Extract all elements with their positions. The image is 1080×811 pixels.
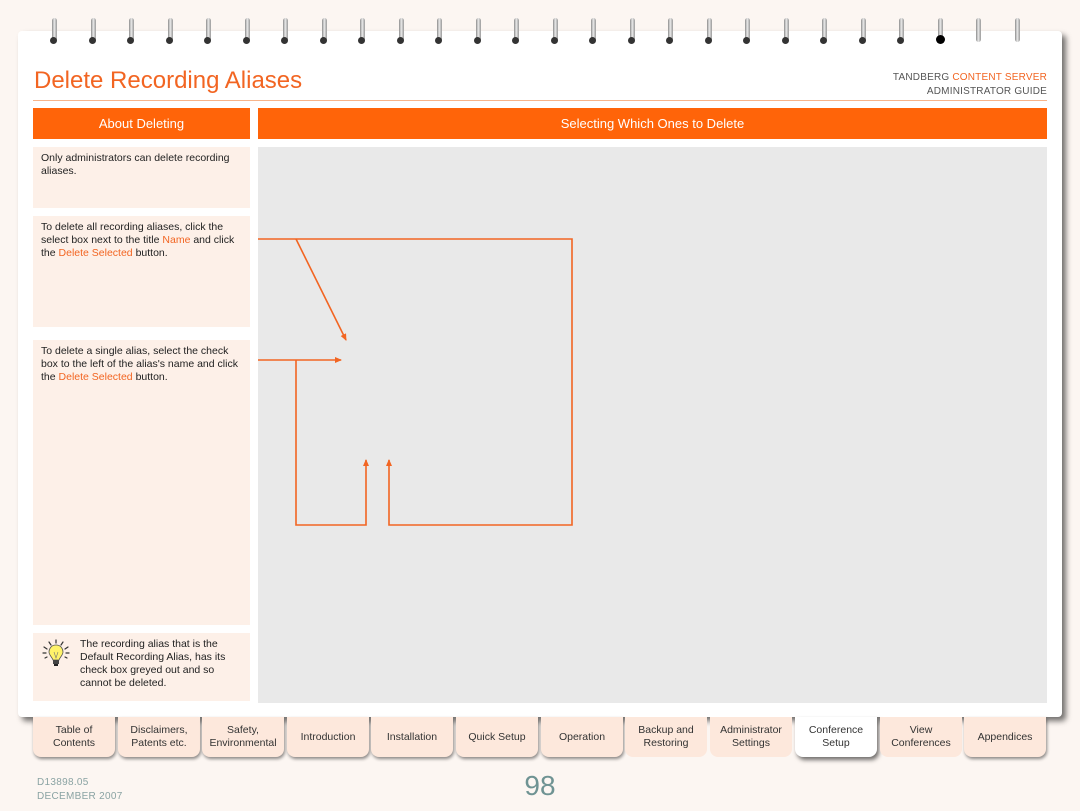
tab-label-line: Introduction xyxy=(300,730,356,743)
tab-table-of-contents[interactable]: Table of Contents xyxy=(33,717,115,757)
tab-label: Conference Setup xyxy=(809,724,863,750)
tab-label: Disclaimers, Patents etc. xyxy=(130,724,187,750)
tab-label-line: Appendices xyxy=(977,730,1033,743)
binding-ring-icon xyxy=(589,16,599,46)
tab-conference-setup[interactable]: Conference Setup xyxy=(795,717,877,757)
tab-label: Quick Setup xyxy=(468,731,525,744)
tab-label-line: Safety, xyxy=(227,724,259,736)
page-title: Delete Recording Aliases xyxy=(34,67,303,94)
note-delete-single: To delete a single alias, select the che… xyxy=(33,340,250,625)
section-nav-tabs: Table of Contents Disclaimers, Patents etc.… xyxy=(33,717,1049,757)
tab-label-line: Restoring xyxy=(643,737,689,749)
tab-label-line: Contents xyxy=(52,737,96,749)
tab-label-line: Conference xyxy=(808,724,864,736)
binding-ring-icon xyxy=(435,16,445,46)
tab-label-line: Environmental xyxy=(209,737,277,749)
binding-ring-icon xyxy=(281,16,291,46)
tab-operation[interactable]: Operation xyxy=(541,717,623,757)
tip-text: The recording alias that is the Default … xyxy=(80,638,226,689)
tab-label: Operation xyxy=(559,731,605,744)
tab-introduction[interactable]: Introduction xyxy=(287,717,369,757)
binding-ring-icon xyxy=(820,16,830,46)
name-column-reference: Name xyxy=(162,234,191,246)
tab-label-line: View xyxy=(909,724,933,736)
tab-safety-environmental[interactable]: Safety, Environmental xyxy=(202,717,284,757)
tab-label: Appendices xyxy=(978,731,1033,744)
tab-label: Safety, Environmental xyxy=(209,724,276,750)
note-text: Only administrators can delete recording… xyxy=(41,152,230,177)
binding-ring-icon xyxy=(935,16,946,46)
brand-guide: ADMINISTRATOR GUIDE xyxy=(926,86,1047,97)
tab-label: Administrator Settings xyxy=(720,724,782,750)
binding-ring-icon xyxy=(88,16,99,46)
tab-label-line: Conferences xyxy=(891,737,951,749)
binding-ring-icon xyxy=(473,16,484,46)
spiral-binding xyxy=(50,16,1040,50)
section-header-about-deleting: About Deleting xyxy=(33,108,250,139)
tab-appendices[interactable]: Appendices xyxy=(964,717,1046,757)
tab-installation[interactable]: Installation xyxy=(371,717,453,757)
tab-label-line: Table of xyxy=(55,724,93,736)
tab-label: Introduction xyxy=(301,731,356,744)
delete-selected-reference: Delete Selected xyxy=(58,247,133,259)
brand-product: CONTENT SERVER xyxy=(952,72,1047,83)
tab-quick-setup[interactable]: Quick Setup xyxy=(456,717,538,757)
tab-label-line: Installation xyxy=(386,730,438,743)
binding-ring-icon xyxy=(858,16,869,46)
tab-label: Backup and Restoring xyxy=(638,724,693,750)
note-admin-only: Only administrators can delete recording… xyxy=(33,147,250,208)
binding-ring-icon xyxy=(974,16,984,46)
lightbulb-icon xyxy=(42,639,70,666)
brand-block: TANDBERG CONTENT SERVER ADMINISTRATOR GU… xyxy=(893,71,1047,99)
tab-label-line: Operation xyxy=(558,730,606,743)
tab-label-line: Quick Setup xyxy=(468,730,526,743)
screenshot-placeholder xyxy=(258,147,1047,703)
binding-ring-icon xyxy=(50,16,60,46)
tab-backup-and-restoring[interactable]: Backup and Restoring xyxy=(625,717,707,757)
tab-disclaimers-patents-etc[interactable]: Disclaimers, Patents etc. xyxy=(118,717,200,757)
binding-ring-icon xyxy=(204,16,214,46)
binding-ring-icon xyxy=(165,16,176,46)
title-divider xyxy=(33,100,1047,101)
tab-label-line: Patents etc. xyxy=(131,737,187,749)
binding-ring-icon xyxy=(512,16,522,46)
tab-label-line: Disclaimers, xyxy=(130,724,188,736)
binding-ring-icon xyxy=(897,16,907,46)
note-delete-all: To delete all recording aliases, click t… xyxy=(33,216,250,327)
binding-ring-icon xyxy=(319,16,330,46)
tab-label-line: Administrator xyxy=(720,724,782,736)
binding-ring-icon xyxy=(666,16,676,46)
binding-ring-icon xyxy=(396,16,407,46)
tab-view-conferences[interactable]: View Conferences xyxy=(880,717,962,757)
page-number: 98 xyxy=(524,770,556,801)
tab-label-line: Backup and xyxy=(638,724,694,736)
binding-ring-icon xyxy=(550,16,561,46)
tab-label: Installation xyxy=(387,731,437,744)
binding-ring-icon xyxy=(627,16,638,46)
delete-selected-reference: Delete Selected xyxy=(58,371,133,383)
binding-ring-icon xyxy=(358,16,368,46)
tab-label: View Conferences xyxy=(891,724,951,750)
binding-ring-icon xyxy=(242,16,253,46)
tab-label: Table of Contents xyxy=(53,724,95,750)
binding-ring-icon xyxy=(704,16,715,46)
tab-label-line: Setup xyxy=(822,737,850,749)
binding-ring-icon xyxy=(781,16,792,46)
note-text: button. xyxy=(132,247,168,259)
binding-ring-icon xyxy=(743,16,753,46)
section-header-selecting: Selecting Which Ones to Delete xyxy=(258,108,1047,139)
binding-ring-icon xyxy=(1013,16,1023,46)
tip-default-alias: The recording alias that is the Default … xyxy=(33,633,250,701)
note-text: button. xyxy=(132,371,168,383)
tab-label-line: Settings xyxy=(732,737,770,749)
brand-company: TANDBERG xyxy=(892,72,950,83)
binding-ring-icon xyxy=(127,16,137,46)
tab-administrator-settings[interactable]: Administrator Settings xyxy=(710,717,792,757)
